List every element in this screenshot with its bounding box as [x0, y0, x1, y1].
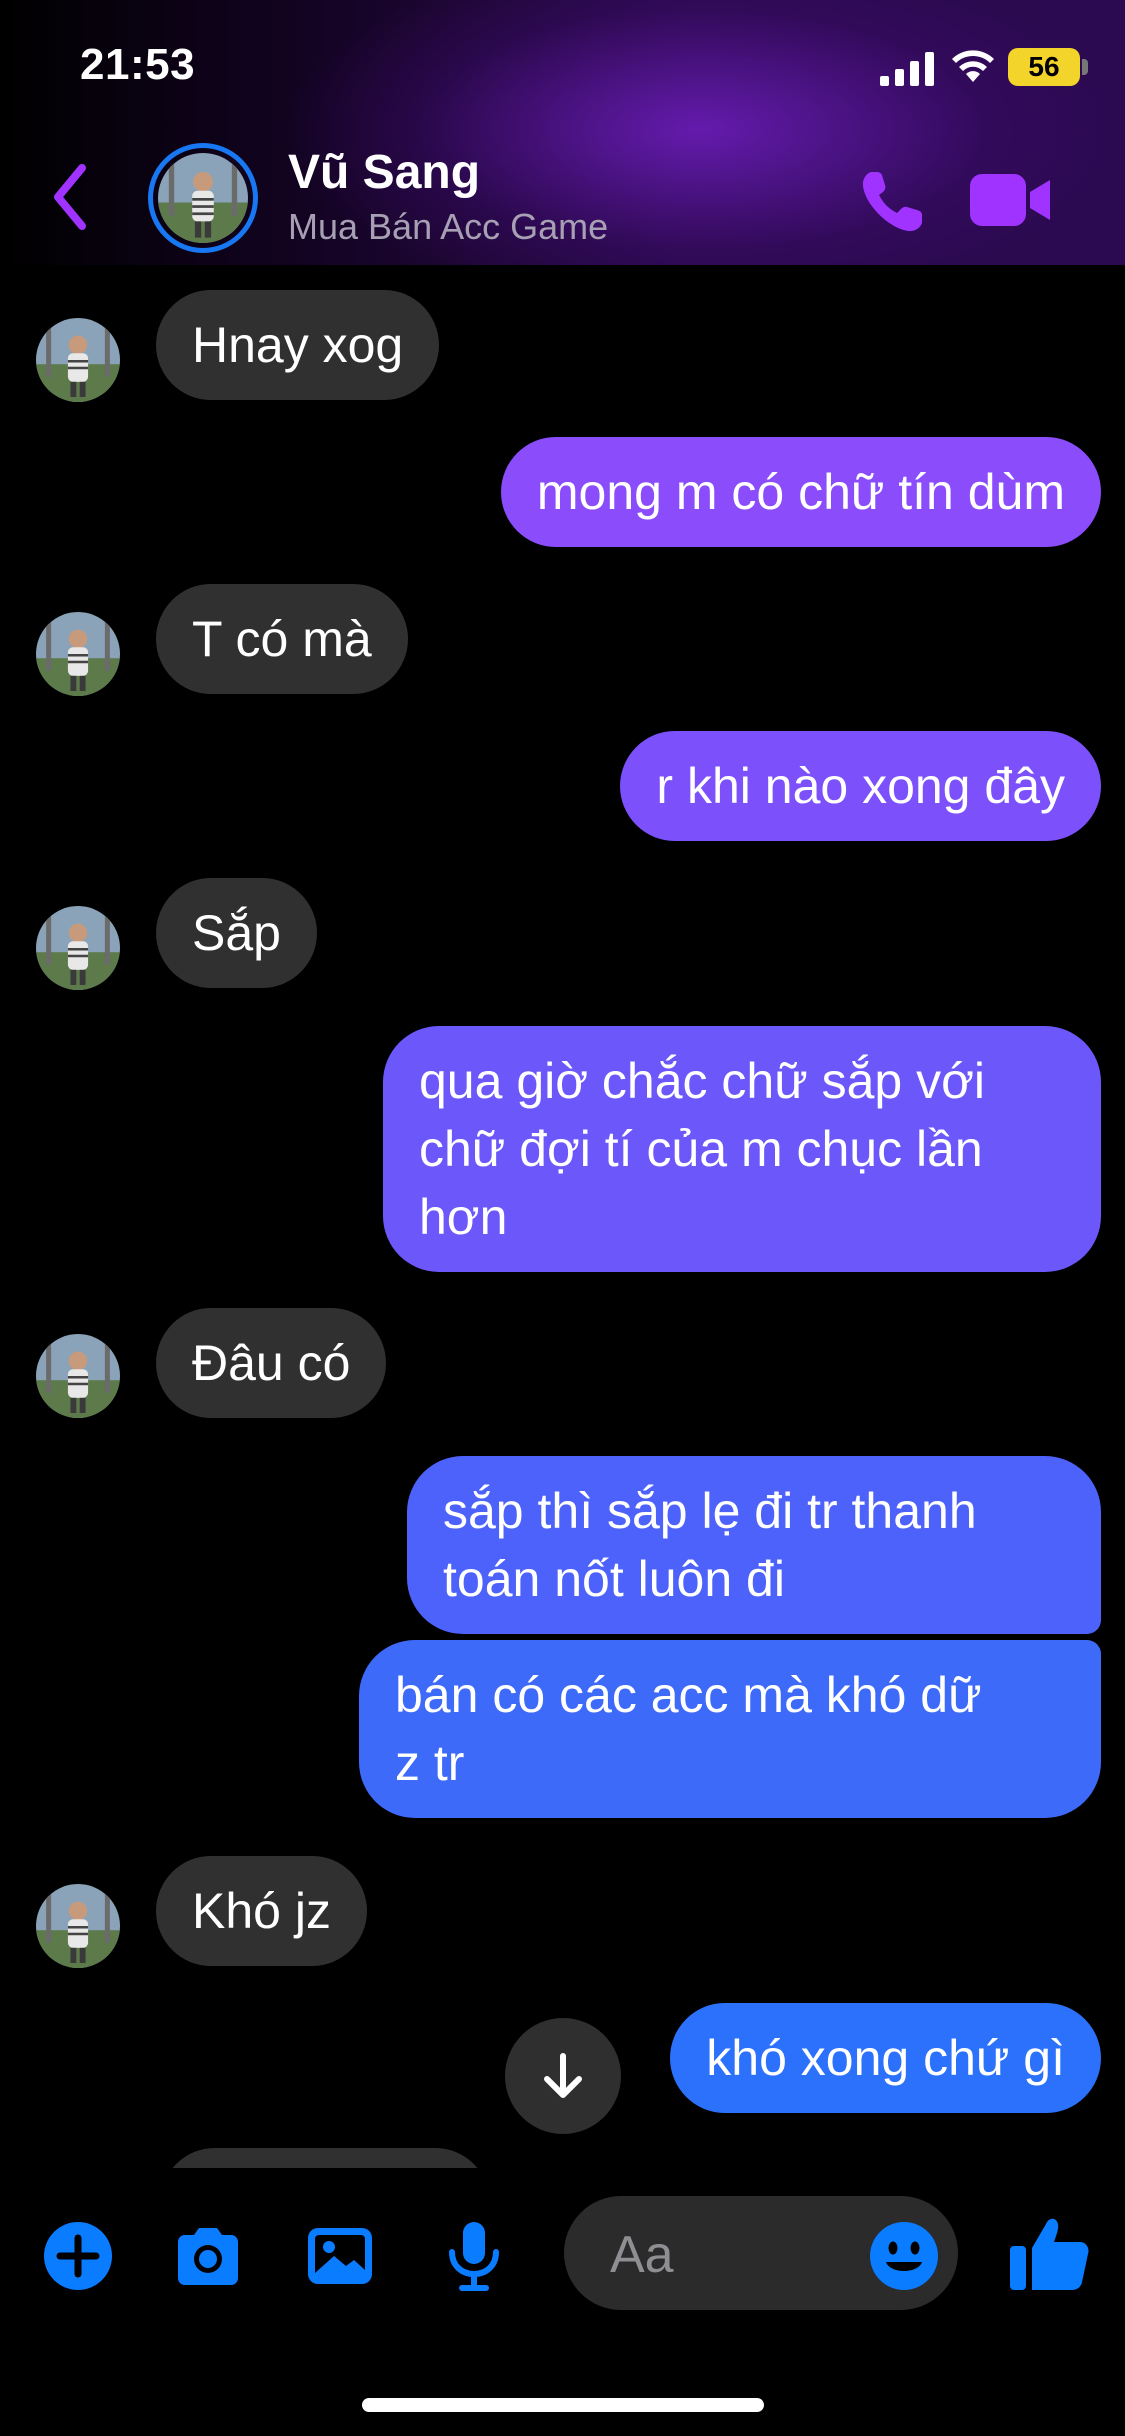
outgoing-message[interactable]: r khi nào xong đây [620, 731, 1101, 841]
outgoing-message[interactable]: sắp thì sắp lẹ đi tr thanh toán nốt luôn… [407, 1456, 1101, 1634]
battery-nub [1082, 59, 1088, 75]
outgoing-message[interactable]: qua giờ chắc chữ sắp với chữ đợi tí của … [383, 1026, 1101, 1272]
battery-indicator: 56 [1008, 48, 1080, 86]
outgoing-message[interactable]: khó xong chứ gì [670, 2003, 1101, 2113]
back-chevron-icon[interactable] [50, 162, 90, 232]
sender-avatar[interactable] [36, 318, 120, 402]
arrow-down-icon [544, 2053, 582, 2098]
header-avatar[interactable] [158, 153, 248, 243]
plus-circle-icon[interactable] [40, 2218, 116, 2294]
incoming-message[interactable]: Khó jz [156, 1856, 367, 1966]
status-time: 21:53 [80, 40, 196, 89]
incoming-message[interactable]: Sắp [156, 878, 317, 988]
message-line: toán nốt luôn đi [443, 1551, 785, 1607]
contact-subtitle: Mua Bán Acc Game [288, 206, 609, 247]
sender-avatar[interactable] [36, 1334, 120, 1418]
thumbs-up-icon[interactable] [1006, 2210, 1092, 2296]
message-input-placeholder: Aa [610, 2226, 674, 2284]
wifi-icon [952, 50, 994, 82]
outgoing-message[interactable]: bán có các acc mà khó dữ z tr [359, 1640, 1101, 1818]
composer-glow [0, 2168, 1125, 2436]
message-line: bán có các acc mà khó dữ [395, 1667, 982, 1723]
home-indicator[interactable] [362, 2398, 764, 2412]
outgoing-message[interactable]: mong m có chữ tín dùm [500, 437, 1101, 547]
sender-avatar[interactable] [36, 612, 120, 696]
message-line: hơn [419, 1189, 508, 1245]
contact-name[interactable]: Vũ Sang [288, 145, 480, 200]
camera-icon[interactable] [170, 2218, 246, 2294]
video-camera-icon[interactable] [968, 170, 1052, 230]
incoming-message[interactable]: Hnay xog [156, 290, 440, 400]
microphone-icon[interactable] [436, 2218, 512, 2294]
sender-avatar[interactable] [36, 906, 120, 990]
message-line: chữ đợi tí của m chục lần [419, 1121, 983, 1177]
phone-icon[interactable] [858, 166, 928, 236]
image-icon[interactable] [302, 2218, 378, 2294]
smiley-icon[interactable] [868, 2220, 940, 2292]
scroll-to-bottom-button[interactable] [505, 2018, 621, 2134]
message-line: qua giờ chắc chữ sắp với [419, 1053, 985, 1109]
message-line: z tr [395, 1735, 465, 1791]
message-line: sắp thì sắp lẹ đi tr thanh [443, 1483, 977, 1539]
sender-avatar[interactable] [36, 1884, 120, 1968]
incoming-message[interactable]: T có mà [156, 584, 408, 694]
incoming-message[interactable]: Đâu có [156, 1308, 387, 1418]
signal-icon [880, 52, 934, 86]
